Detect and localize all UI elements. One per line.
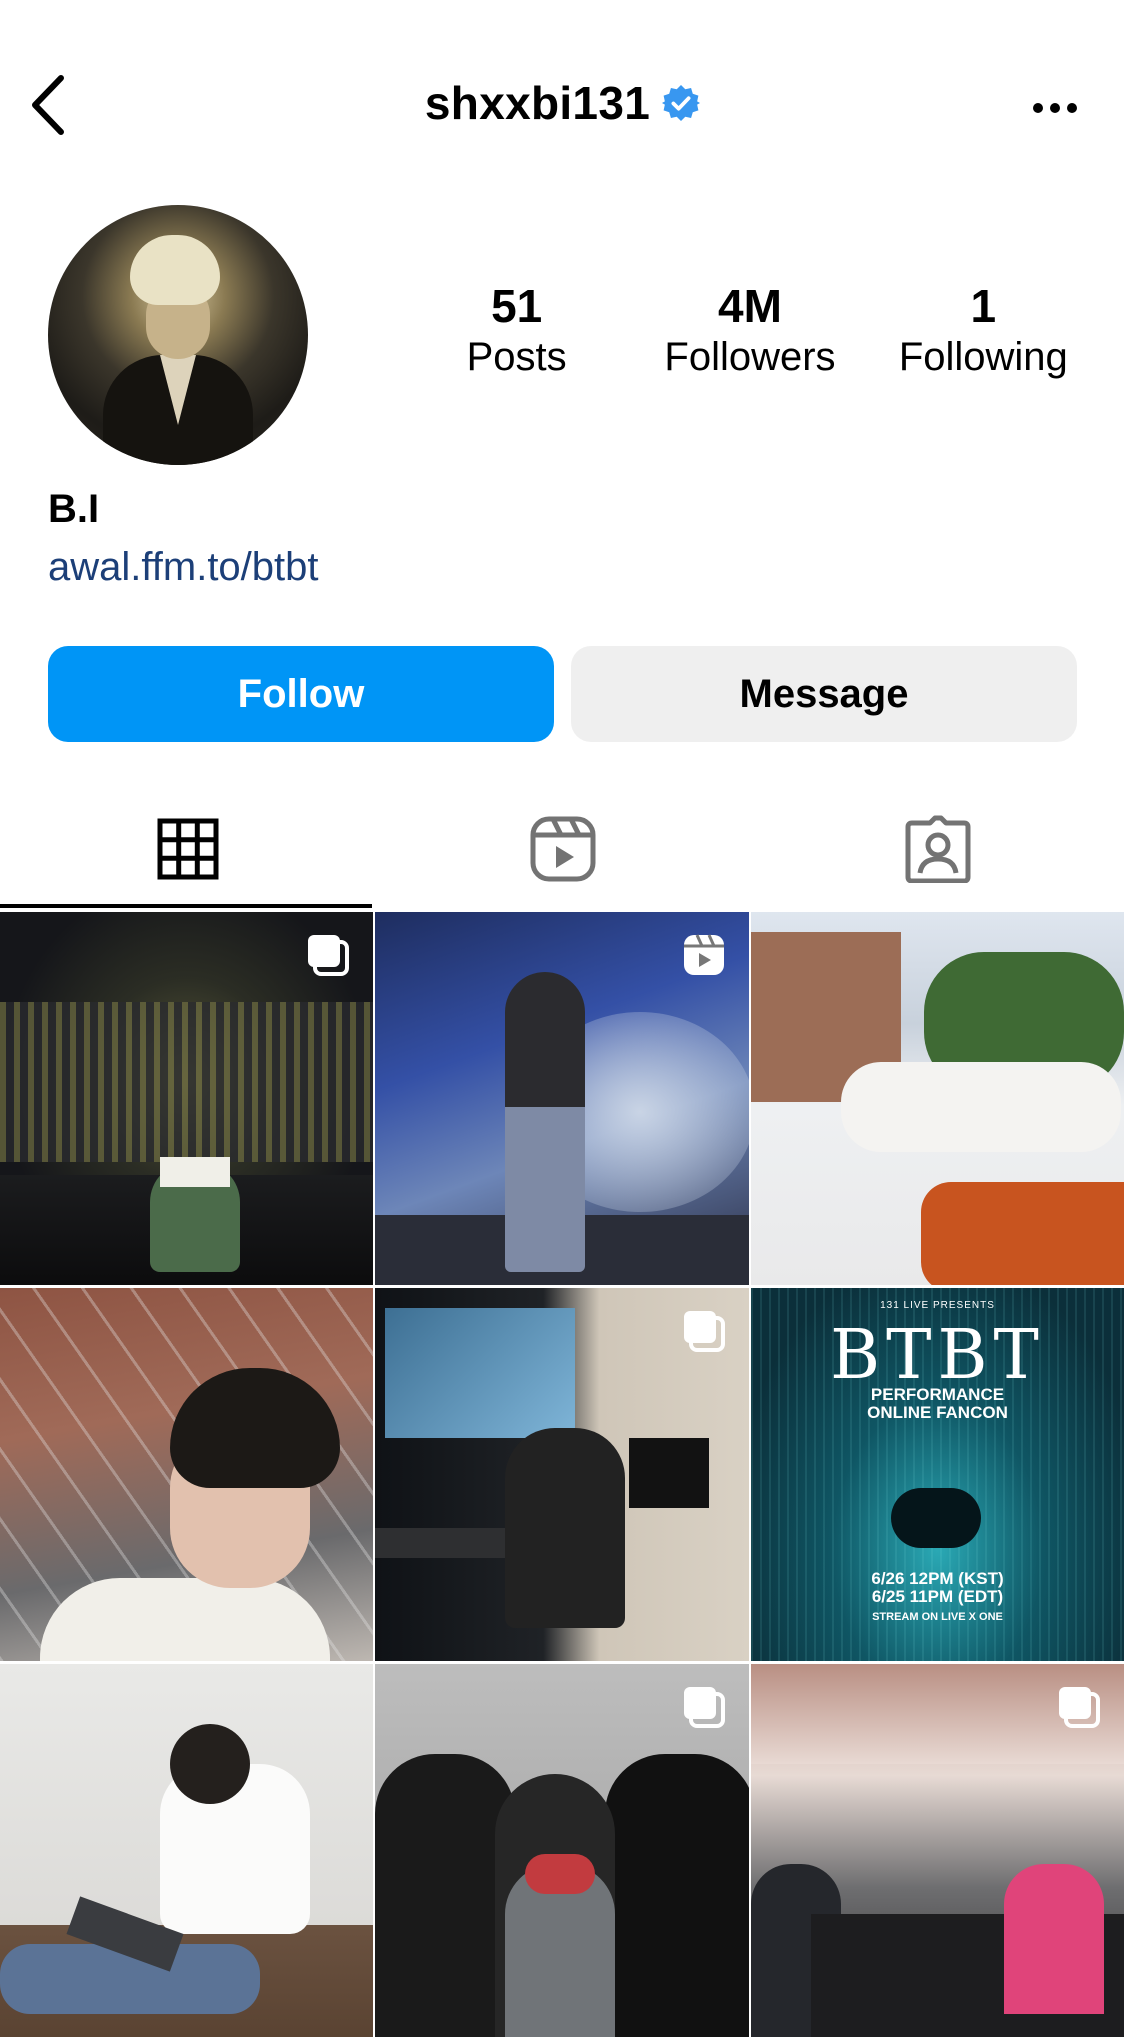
poster-stream: STREAM ON LIVE X ONE [872, 1611, 1003, 1623]
poster-date-line1: 6/26 12PM (KST) [871, 1569, 1004, 1588]
tagged-icon [905, 815, 970, 883]
posts-grid: 131 LIVE PRESENTS BTBT PERFORMANCE ONLIN… [0, 912, 1125, 2037]
profile-bio-link[interactable]: awal.ffm.to/btbt [48, 545, 319, 590]
verified-badge-icon [662, 84, 701, 122]
profile-username: shxxbi131 [424, 77, 651, 129]
follow-button[interactable]: Follow [48, 646, 554, 742]
grid-icon [157, 818, 218, 880]
poster-date-line2: 6/25 11PM (EDT) [871, 1586, 1004, 1606]
poster-presenter: 131 LIVE PRESENTS [880, 1300, 995, 1311]
poster-subtitle-line1: PERFORMANCE [870, 1385, 1005, 1404]
post-thumbnail[interactable] [375, 1664, 749, 2037]
stat-value: 1 [970, 280, 997, 332]
post-thumbnail[interactable] [0, 912, 373, 1285]
post-thumbnail[interactable] [375, 1288, 749, 1661]
profile-stats: 51 Posts 4M Followers 1 Following [400, 280, 1100, 381]
carousel-icon [684, 1687, 725, 1728]
post-thumbnail[interactable] [375, 912, 749, 1285]
post-thumbnail[interactable] [751, 1664, 1124, 2037]
profile-display-name: B.I [48, 487, 100, 531]
carousel-icon [308, 935, 349, 976]
profile-tabs [0, 790, 1125, 908]
tab-tagged[interactable] [750, 790, 1125, 908]
stat-posts[interactable]: 51 Posts [407, 280, 627, 381]
more-dots-icon [1033, 103, 1077, 113]
tab-posts-grid[interactable] [0, 790, 375, 908]
stat-value: 51 [491, 280, 543, 332]
stat-label: Followers [664, 334, 836, 379]
post-thumbnail[interactable] [0, 1664, 373, 2037]
stat-value: 4M [718, 280, 782, 332]
post-thumbnail[interactable]: 131 LIVE PRESENTS BTBT PERFORMANCE ONLIN… [751, 1288, 1124, 1661]
title-row: shxxbi131 [0, 76, 1125, 130]
post-thumbnail[interactable] [751, 912, 1124, 1285]
carousel-icon [684, 1311, 725, 1352]
profile-avatar[interactable] [48, 205, 308, 465]
poster-title: BTBT [830, 1316, 1045, 1395]
message-button[interactable]: Message [571, 646, 1077, 742]
stat-followers[interactable]: 4M Followers [640, 280, 860, 381]
stat-label: Following [898, 334, 1068, 379]
reel-icon [684, 934, 724, 975]
reels-icon [530, 816, 595, 882]
post-thumbnail[interactable] [0, 1288, 373, 1661]
more-options-button[interactable] [1025, 90, 1085, 126]
carousel-icon [1059, 1687, 1100, 1728]
profile-header: shxxbi131 [0, 0, 1125, 200]
tab-reels[interactable] [375, 790, 750, 908]
stat-following[interactable]: 1 Following [873, 280, 1093, 381]
poster-dates: 6/26 12PM (KST) 6/25 11PM (EDT) [751, 1570, 1124, 1606]
poster-subtitle: PERFORMANCE ONLINE FANCON [751, 1386, 1124, 1422]
poster-subtitle-line2: ONLINE FANCON [867, 1402, 1008, 1422]
stat-label: Posts [466, 334, 567, 379]
